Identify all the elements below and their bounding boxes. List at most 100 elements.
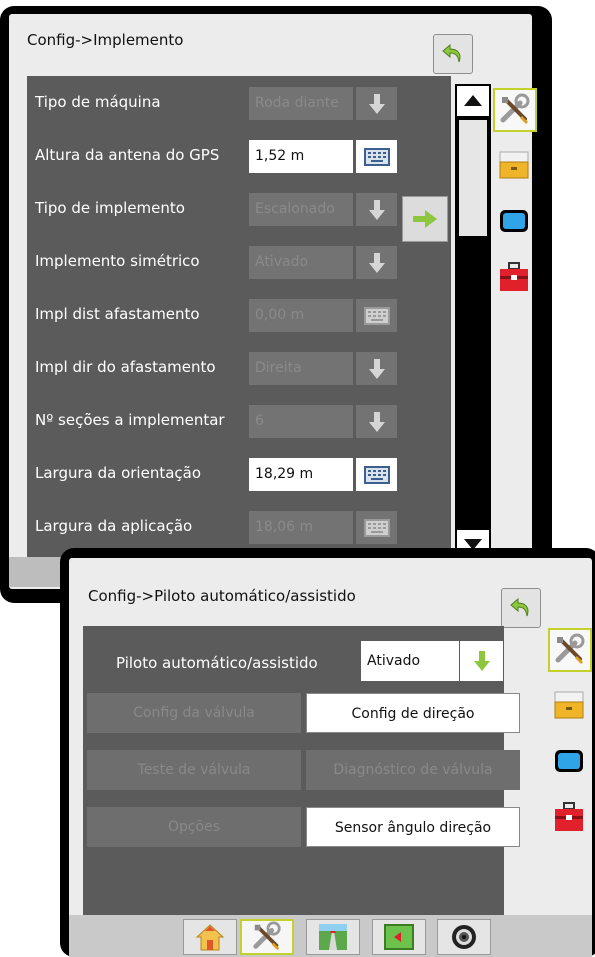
console-icon xyxy=(554,691,584,719)
row-machine-type: Tipo de máquina Roda diante xyxy=(27,76,451,129)
page-title: Config->Piloto automático/assistido xyxy=(88,587,356,605)
tools-icon xyxy=(500,93,530,124)
setting-value: 0,00 m xyxy=(249,299,353,332)
setting-value: Roda diante xyxy=(249,87,353,120)
setting-label: Tipo de máquina xyxy=(35,93,161,111)
keyboard-button[interactable] xyxy=(356,299,397,332)
keyboard-icon xyxy=(363,465,390,484)
setting-value: Escalonado xyxy=(249,193,353,226)
valve-test-button[interactable]: Teste de válvula xyxy=(87,750,301,790)
arrow-right-icon xyxy=(413,210,437,228)
guidance-icon xyxy=(319,924,347,950)
display-tab[interactable] xyxy=(548,740,590,782)
dropdown-button[interactable] xyxy=(356,193,397,226)
guidance-nav-button[interactable] xyxy=(306,919,360,955)
camera-nav-button[interactable] xyxy=(437,919,491,955)
arrow-down-icon xyxy=(368,252,385,273)
setting-value[interactable]: 1,52 m xyxy=(249,140,353,173)
keyboard-button[interactable] xyxy=(356,140,397,173)
autopilot-dropdown-button[interactable] xyxy=(460,641,503,681)
display-icon xyxy=(500,210,528,232)
dropdown-button[interactable] xyxy=(356,352,397,385)
setting-value: 18,06 m xyxy=(249,511,353,544)
setting-label: Implemento simétrico xyxy=(35,252,200,270)
setting-value: 6 xyxy=(249,405,353,438)
bottom-nav xyxy=(69,915,592,957)
arrow-down-icon xyxy=(368,358,385,379)
implement-type-next-button[interactable] xyxy=(402,196,448,242)
dropdown-button[interactable] xyxy=(356,246,397,279)
tools-tab[interactable] xyxy=(548,628,592,672)
console-tab[interactable] xyxy=(548,684,590,726)
setting-label: Tipo de implemento xyxy=(35,199,185,217)
valve-diagnostics-button[interactable]: Diagnóstico de válvula xyxy=(306,750,520,790)
scrollbar[interactable] xyxy=(455,84,491,562)
back-arrow-icon xyxy=(442,43,461,63)
options-button[interactable]: Opções xyxy=(87,807,301,847)
map-icon xyxy=(384,924,414,950)
valve-config-button[interactable]: Config da válvula xyxy=(87,693,301,733)
setting-label: Largura da orientação xyxy=(35,464,202,482)
display-tab[interactable] xyxy=(493,200,535,242)
dropdown-button[interactable] xyxy=(356,405,397,438)
back-arrow-icon xyxy=(510,597,529,617)
keyboard-icon xyxy=(363,147,390,166)
toolbox-tab[interactable] xyxy=(493,256,535,298)
camera-icon xyxy=(452,925,476,949)
home-icon xyxy=(195,924,225,951)
keyboard-button[interactable] xyxy=(356,511,397,544)
autopilot-config-screen: Config->Piloto automático/assistido Pilo… xyxy=(60,548,595,957)
console-icon xyxy=(499,151,529,179)
steering-config-button[interactable]: Config de direção xyxy=(306,693,520,733)
implement-config-body: Config->Implemento Tipo de máquina Roda … xyxy=(9,14,532,589)
row-implement-type: Tipo de implemento Escalonado xyxy=(27,182,451,235)
arrow-down-icon xyxy=(474,651,490,671)
keyboard-button[interactable] xyxy=(356,458,397,491)
setting-label: Altura da antena do GPS xyxy=(35,146,220,164)
tools-tab[interactable] xyxy=(493,88,537,132)
setting-label: Impl dist afastamento xyxy=(35,305,200,323)
settings-list: Tipo de máquina Roda diante Altura da an… xyxy=(27,76,451,560)
toolbox-icon xyxy=(555,802,583,831)
display-icon xyxy=(555,750,583,772)
row-application-width: Largura da aplicação 18,06 m xyxy=(27,500,451,553)
toolbox-tab[interactable] xyxy=(548,796,590,838)
tools-icon xyxy=(555,633,585,664)
back-button[interactable] xyxy=(433,34,473,74)
autopilot-label: Piloto automático/assistido xyxy=(116,654,318,672)
setting-label: Impl dir do afastamento xyxy=(35,358,216,376)
toolbox-icon xyxy=(500,262,528,291)
console-tab[interactable] xyxy=(493,144,535,186)
keyboard-icon xyxy=(363,306,390,325)
setting-value: Direita xyxy=(249,352,353,385)
tools-nav-button[interactable] xyxy=(240,919,294,955)
setting-value[interactable]: 18,29 m xyxy=(249,458,353,491)
scroll-up-button[interactable] xyxy=(457,86,489,116)
arrow-down-icon xyxy=(368,199,385,220)
row-guidance-width: Largura da orientação 18,29 m xyxy=(27,447,451,500)
setting-label: Nº seções a implementar xyxy=(35,411,225,429)
map-nav-button[interactable] xyxy=(372,919,426,955)
row-gps-antenna-height: Altura da antena do GPS 1,52 m xyxy=(27,129,451,182)
row-section-count: Nº seções a implementar 6 xyxy=(27,394,451,447)
row-symmetric-implement: Implemento simétrico Ativado xyxy=(27,235,451,288)
implement-config-screen: Config->Implemento Tipo de máquina Roda … xyxy=(0,6,552,603)
setting-value: Ativado xyxy=(249,246,353,279)
autopilot-value[interactable]: Ativado xyxy=(361,641,459,681)
back-button[interactable] xyxy=(501,588,541,628)
row-offset-distance: Impl dist afastamento 0,00 m xyxy=(27,288,451,341)
keyboard-icon xyxy=(363,518,390,537)
row-offset-direction: Impl dir do afastamento Direita xyxy=(27,341,451,394)
autopilot-config-body: Config->Piloto automático/assistido Pilo… xyxy=(69,558,592,957)
scroll-thumb[interactable] xyxy=(459,120,487,236)
autopilot-panel: Piloto automático/assistido Ativado Conf… xyxy=(83,626,520,953)
tools-icon xyxy=(253,921,281,951)
page-title: Config->Implemento xyxy=(27,31,184,49)
arrow-down-icon xyxy=(368,93,385,114)
arrow-down-icon xyxy=(368,411,385,432)
setting-label: Largura da aplicação xyxy=(35,517,193,535)
dropdown-button[interactable] xyxy=(356,87,397,120)
steering-angle-sensor-button[interactable]: Sensor ângulo direção xyxy=(306,807,520,847)
triangle-up-icon xyxy=(464,95,482,106)
home-nav-button[interactable] xyxy=(183,919,237,955)
